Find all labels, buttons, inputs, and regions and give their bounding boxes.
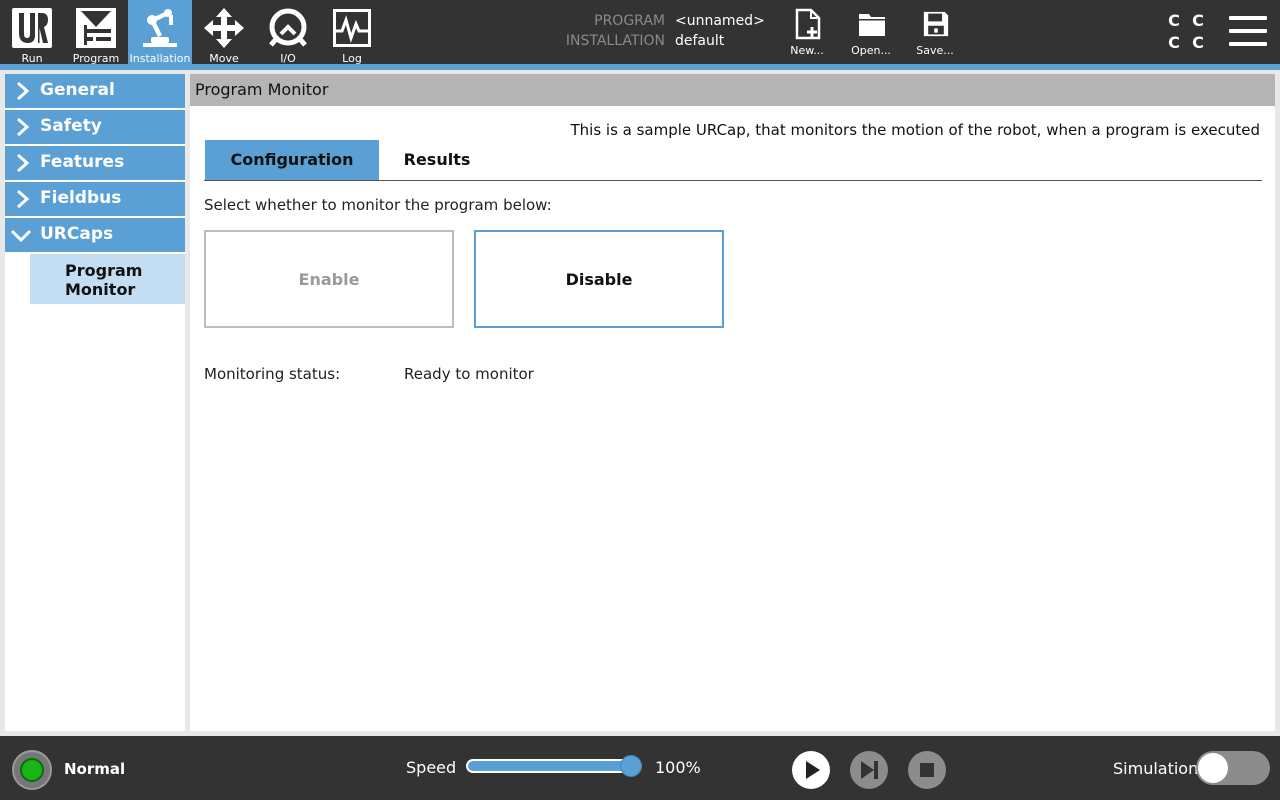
step-button[interactable] <box>850 751 888 789</box>
nav-io-button[interactable]: I/O <box>256 0 320 65</box>
floppy-disk-icon <box>923 11 949 37</box>
robot-arm-icon <box>143 9 177 47</box>
simulation-toggle-knob <box>1198 753 1228 783</box>
open-file-button[interactable]: Open... <box>839 0 903 64</box>
installation-key: INSTALLATION <box>565 33 665 49</box>
power-button[interactable] <box>12 750 52 790</box>
sidebar-item-fieldbus[interactable]: Fieldbus <box>5 182 185 216</box>
step-icon <box>861 761 878 779</box>
nav-run-button[interactable]: Run <box>0 0 64 65</box>
urcap-description: This is a sample URCap, that monitors th… <box>570 121 1260 139</box>
nav-program-button[interactable]: Program <box>64 0 128 65</box>
save-file-label: Save... <box>916 44 954 57</box>
chevron-right-icon <box>17 118 30 136</box>
monitoring-status-value: Ready to monitor <box>404 365 534 383</box>
robot-state: Normal <box>64 760 126 778</box>
chevron-down-icon <box>11 229 31 243</box>
urcap-panel: Program Monitor This is a sample URCap, … <box>190 74 1275 731</box>
new-file-button[interactable]: New... <box>775 0 839 64</box>
status-led-icon <box>20 758 44 782</box>
stop-icon <box>920 763 934 777</box>
save-file-button[interactable]: Save... <box>903 0 967 64</box>
installation-name: default <box>675 33 725 49</box>
sidebar-item-safety[interactable]: Safety <box>5 110 185 144</box>
monitoring-status-label: Monitoring status: <box>204 365 341 383</box>
new-file-label: New... <box>790 44 824 57</box>
tab-divider <box>204 180 1262 181</box>
simulation-label: Simulation <box>1113 759 1199 778</box>
top-bar: Run Program Installation Move I/O Log PR… <box>0 0 1280 65</box>
cbox-letter: C <box>1168 11 1180 30</box>
sidebar-subitem-program-monitor[interactable]: Program Monitor <box>30 254 185 304</box>
speed-slider-fill <box>468 761 631 771</box>
sidebar-item-urcaps[interactable]: URCaps <box>5 218 185 252</box>
speed-value: 100% <box>655 758 701 777</box>
monitor-prompt: Select whether to monitor the program be… <box>204 196 552 214</box>
enable-button[interactable]: Enable <box>204 230 454 328</box>
program-name: <unnamed> <box>675 13 765 29</box>
nav-log-button[interactable]: Log <box>320 0 384 65</box>
bottom-bar: Normal Speed 100% Simulation <box>0 736 1280 800</box>
play-icon <box>806 761 820 779</box>
io-icon <box>269 8 307 47</box>
tab-results[interactable]: Results <box>382 140 492 180</box>
open-file-label: Open... <box>851 44 891 57</box>
program-meta-keys: PROGRAM INSTALLATION <box>510 11 665 51</box>
cbox-letter: C <box>1168 33 1180 52</box>
installation-sidebar: General Safety Features Fieldbus URCaps … <box>5 74 185 731</box>
speed-label: Speed <box>406 758 457 777</box>
cbox-letter: C <box>1192 33 1204 52</box>
page-title: Program Monitor <box>190 74 1275 106</box>
sidebar-item-label: Features <box>40 152 125 172</box>
disable-button[interactable]: Disable <box>474 230 724 328</box>
program-tree-icon <box>76 8 116 48</box>
play-button[interactable] <box>792 751 830 789</box>
sidebar-item-label: URCaps <box>40 224 114 244</box>
speed-slider-handle[interactable] <box>620 755 642 777</box>
stop-button[interactable] <box>908 751 946 789</box>
chevron-right-icon <box>17 154 30 172</box>
nav-move-button[interactable]: Move <box>192 0 256 65</box>
speed-slider[interactable] <box>466 755 642 777</box>
hamburger-menu-icon[interactable] <box>1229 16 1267 48</box>
log-graph-icon <box>333 9 371 47</box>
sidebar-item-label: Safety <box>40 116 102 136</box>
program-meta-values: <unnamed> default <box>675 11 785 51</box>
nav-installation-button[interactable]: Installation <box>128 0 192 65</box>
top-accent-line <box>0 64 1280 70</box>
sidebar-subitem-label: Program Monitor <box>65 261 143 299</box>
tab-configuration[interactable]: Configuration <box>205 140 379 180</box>
folder-icon <box>859 14 885 36</box>
simulation-toggle[interactable] <box>1196 751 1270 785</box>
sidebar-item-features[interactable]: Features <box>5 146 185 180</box>
sidebar-item-label: General <box>40 80 115 100</box>
control-box-indicator[interactable]: C C C C <box>1162 10 1210 54</box>
chevron-right-icon <box>17 82 30 100</box>
ur-logo-icon <box>12 8 52 48</box>
sidebar-item-label: Fieldbus <box>40 188 122 208</box>
new-file-icon <box>795 8 821 40</box>
cbox-letter: C <box>1192 11 1204 30</box>
chevron-right-icon <box>17 190 30 208</box>
program-key: PROGRAM <box>594 13 665 29</box>
move-arrows-icon <box>204 8 244 48</box>
sidebar-item-general[interactable]: General <box>5 74 185 108</box>
